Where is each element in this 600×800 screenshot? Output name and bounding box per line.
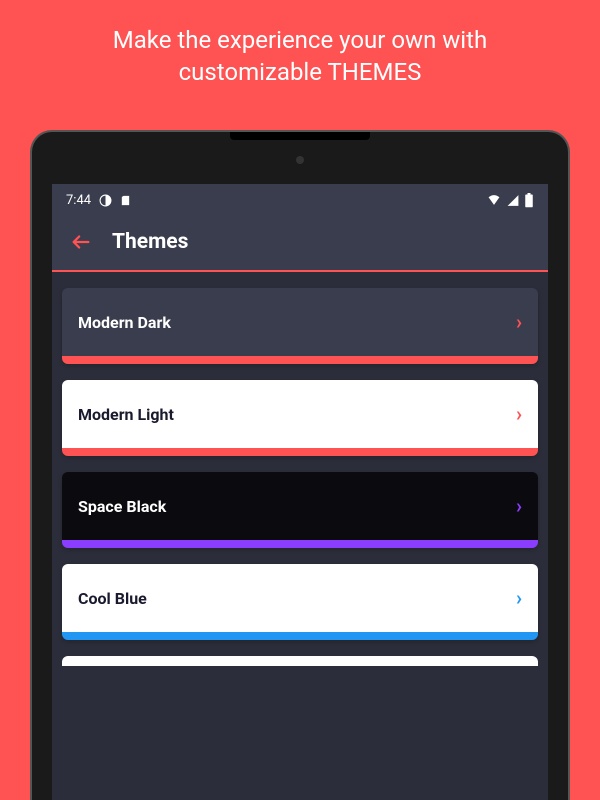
app-header: Themes	[52, 216, 548, 270]
page-title: Themes	[112, 230, 188, 254]
theme-option-partial[interactable]	[62, 656, 538, 666]
promo-line-1: Make the experience your own with	[113, 26, 487, 54]
promo-line-2: customizable THEMES	[179, 58, 422, 86]
promo-headline: Make the experience your own with custom…	[0, 0, 600, 117]
theme-name-label: Modern Light	[78, 405, 174, 424]
theme-option-cool-blue[interactable]: Cool Blue ›	[62, 564, 538, 640]
theme-accent-bar	[62, 540, 538, 548]
theme-name-label: Space Black	[78, 497, 166, 516]
status-bar: 7:44	[52, 184, 548, 216]
theme-option-space-black[interactable]: Space Black ›	[62, 472, 538, 548]
cellular-signal-icon	[506, 194, 520, 207]
theme-accent-bar	[62, 356, 538, 364]
contrast-icon	[99, 194, 112, 207]
theme-list: Modern Dark › Modern Light › Space Black…	[52, 272, 548, 682]
back-button[interactable]	[70, 231, 92, 253]
theme-accent-bar	[62, 632, 538, 640]
theme-card-body: Modern Light ›	[62, 380, 538, 448]
status-bar-right	[486, 193, 534, 208]
theme-name-label: Cool Blue	[78, 589, 147, 608]
app-screen: 7:44	[52, 184, 548, 800]
battery-icon	[524, 193, 534, 208]
status-bar-left: 7:44	[66, 193, 131, 208]
tablet-notch	[230, 132, 370, 140]
chevron-right-icon: ›	[516, 310, 522, 334]
theme-card-body: Cool Blue ›	[62, 564, 538, 632]
theme-option-modern-light[interactable]: Modern Light ›	[62, 380, 538, 456]
chevron-right-icon: ›	[516, 586, 522, 610]
tablet-device-frame: 7:44	[30, 130, 570, 800]
chevron-right-icon: ›	[516, 494, 522, 518]
sd-card-icon	[120, 194, 131, 207]
chevron-right-icon: ›	[516, 402, 522, 426]
status-time: 7:44	[66, 193, 91, 208]
theme-option-modern-dark[interactable]: Modern Dark ›	[62, 288, 538, 364]
theme-name-label: Modern Dark	[78, 313, 171, 332]
theme-card-body: Space Black ›	[62, 472, 538, 540]
tablet-camera	[296, 156, 304, 164]
arrow-left-icon	[70, 231, 92, 253]
theme-accent-bar	[62, 448, 538, 456]
wifi-icon	[486, 194, 502, 207]
theme-card-body: Modern Dark ›	[62, 288, 538, 356]
